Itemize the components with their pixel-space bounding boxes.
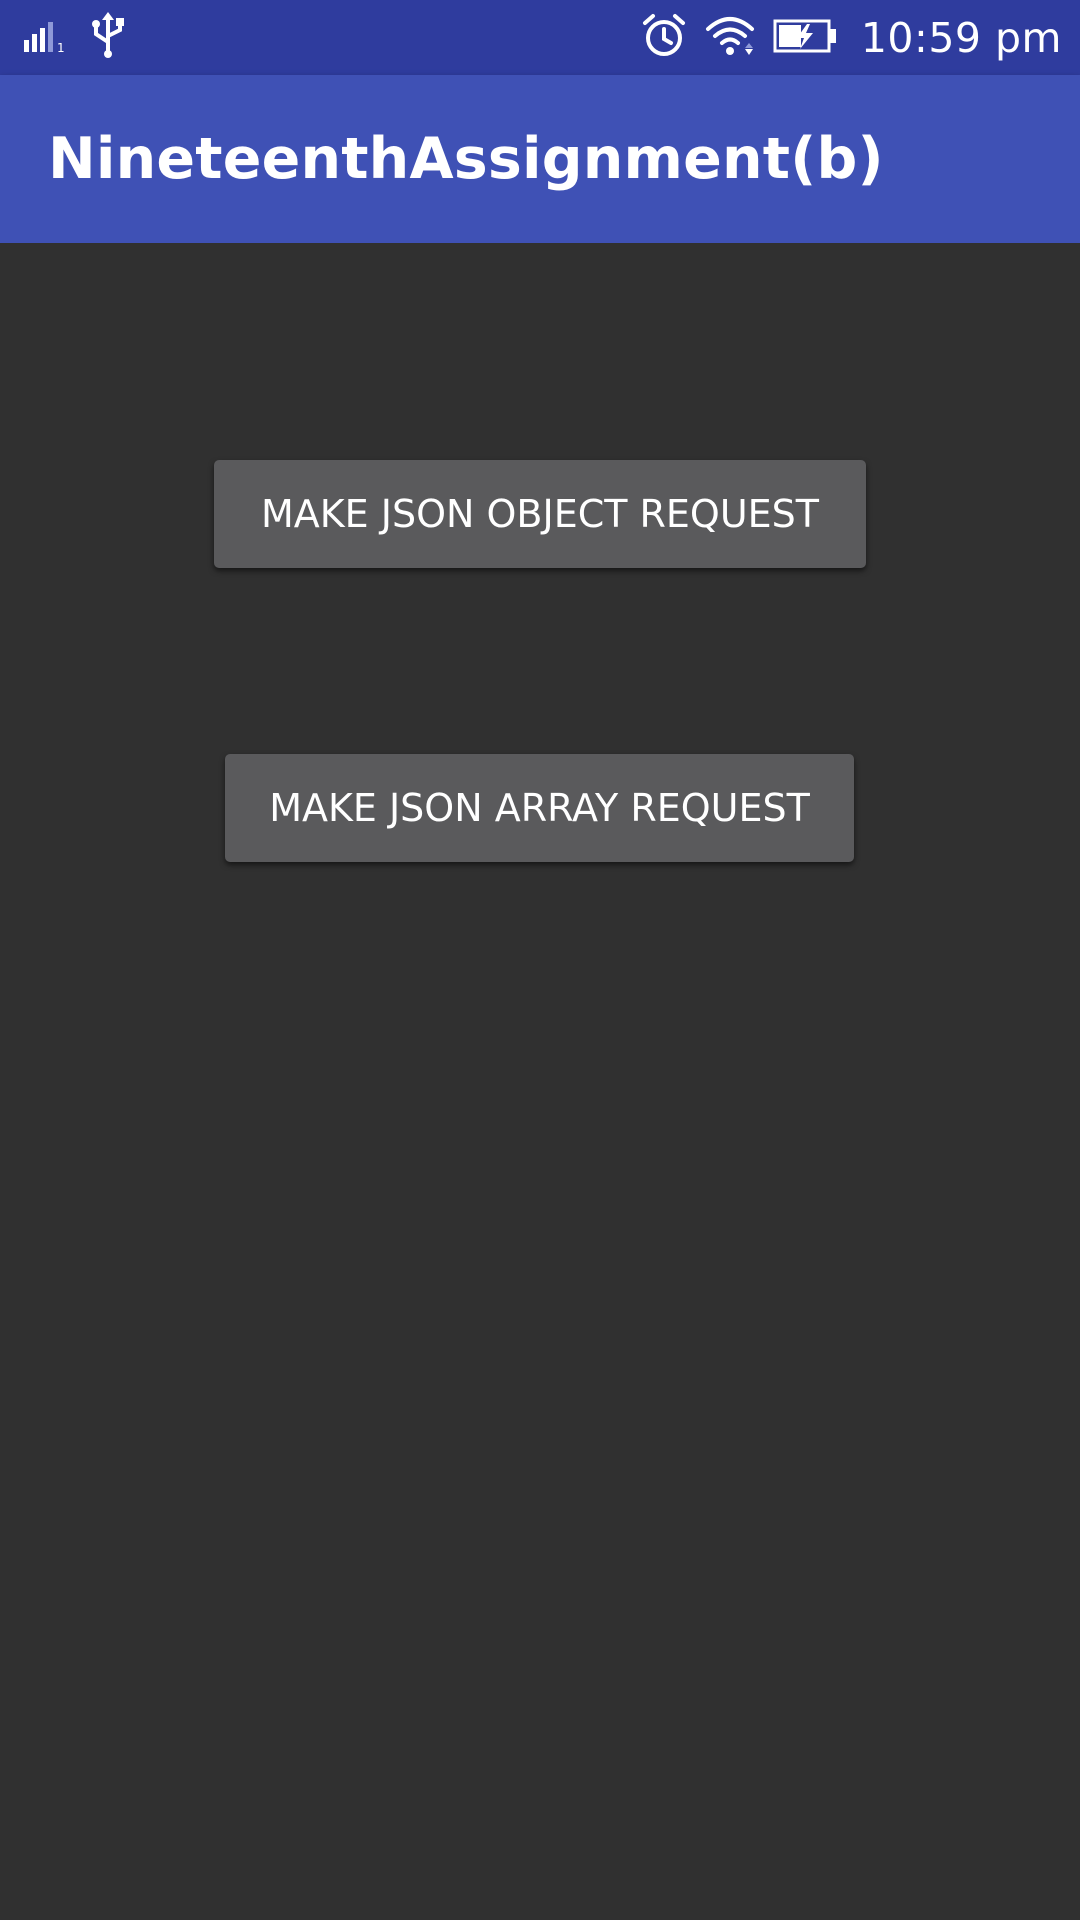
app-title: NineteenthAssignment(b) <box>48 126 884 192</box>
status-time: 10:59 pm <box>860 14 1062 62</box>
battery-charging-icon <box>773 19 837 57</box>
make-json-array-request-button[interactable]: MAKE JSON ARRAY REQUEST <box>225 754 854 862</box>
usb-icon <box>88 12 128 64</box>
make-json-object-request-button[interactable]: MAKE JSON OBJECT REQUEST <box>214 460 866 568</box>
main-content: MAKE JSON OBJECT REQUEST MAKE JSON ARRAY… <box>0 243 1080 1920</box>
alarm-icon <box>641 13 687 63</box>
status-bar: 1 10:59 pm <box>0 0 1080 75</box>
status-left-group: 1 <box>24 12 128 64</box>
signal-icon: 1 <box>24 18 70 58</box>
app-bar: NineteenthAssignment(b) <box>0 75 1080 243</box>
status-right-group: 10:59 pm <box>641 8 1062 68</box>
wifi-icon <box>705 15 755 61</box>
signal-sub-label: 1 <box>57 41 65 54</box>
